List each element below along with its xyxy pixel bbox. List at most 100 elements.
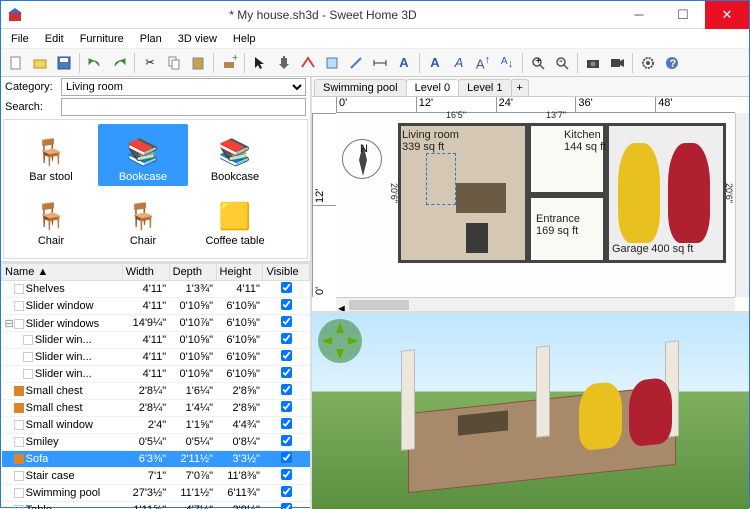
3d-nav-pad[interactable] xyxy=(318,319,362,363)
menu-file[interactable]: File xyxy=(3,31,37,47)
table-row[interactable]: Small window2'4"1'1⅝"4'4¾" xyxy=(2,417,310,434)
menu-3dview[interactable]: 3D view xyxy=(170,31,225,47)
car-red[interactable] xyxy=(668,143,710,243)
close-button[interactable]: ✕ xyxy=(705,1,749,29)
catalog-item[interactable]: 📚Bookcase xyxy=(98,124,188,186)
visible-checkbox[interactable] xyxy=(281,469,292,480)
paste-button[interactable] xyxy=(187,52,209,74)
table-row[interactable]: Slider win...4'11"0'10⅝"6'10⅝" xyxy=(2,366,310,383)
new-button[interactable] xyxy=(5,52,27,74)
table-row[interactable]: Small chest2'8¼"1'6¼"2'8⅝" xyxy=(2,383,310,400)
search-row: Search: xyxy=(1,97,310,117)
font-smaller-button[interactable]: A↓ xyxy=(496,52,518,74)
visible-checkbox[interactable] xyxy=(281,333,292,344)
redo-button[interactable] xyxy=(108,52,130,74)
visible-checkbox[interactable] xyxy=(281,503,292,509)
visible-checkbox[interactable] xyxy=(281,350,292,361)
copy-button[interactable] xyxy=(163,52,185,74)
help-button[interactable]: ? xyxy=(661,52,683,74)
bold-button[interactable]: A xyxy=(424,52,446,74)
catalog-item[interactable]: 📚Bookcase xyxy=(190,124,280,186)
table-row[interactable]: ⊟ Slider windows14'9¼"0'10⅞"6'10⅝" xyxy=(2,315,310,332)
selected-furniture[interactable] xyxy=(426,153,456,205)
add-furniture-button[interactable]: + xyxy=(218,52,240,74)
col-width[interactable]: Width xyxy=(122,264,169,281)
visible-checkbox[interactable] xyxy=(281,316,292,327)
undo-button[interactable] xyxy=(84,52,106,74)
catalog-label: Chair xyxy=(38,235,64,247)
preferences-button[interactable] xyxy=(637,52,659,74)
table-row[interactable]: Small chest2'8¼"1'4¼"2'8⅝" xyxy=(2,400,310,417)
col-depth[interactable]: Depth xyxy=(169,264,216,281)
catalog-item[interactable]: 🪑Chair xyxy=(98,188,188,250)
wall-tool[interactable] xyxy=(297,52,319,74)
tab-swimming-pool[interactable]: Swimming pool xyxy=(314,79,407,96)
search-label: Search: xyxy=(5,101,57,113)
dimension-tool[interactable] xyxy=(369,52,391,74)
zoom-out-button[interactable]: - xyxy=(551,52,573,74)
visible-checkbox[interactable] xyxy=(281,486,292,497)
menu-edit[interactable]: Edit xyxy=(37,31,72,47)
font-larger-button[interactable]: A↑ xyxy=(472,52,494,74)
visible-checkbox[interactable] xyxy=(281,401,292,412)
table-row[interactable]: Swimming pool27'3½"11'1½"6'11¾" xyxy=(2,485,310,502)
tab-level-1[interactable]: Level 1 xyxy=(458,79,511,96)
category-select[interactable]: Living room xyxy=(61,78,306,96)
titlebar: * My house.sh3d - Sweet Home 3D ─ ☐ ✕ xyxy=(1,1,749,29)
select-tool[interactable] xyxy=(249,52,271,74)
table-row[interactable]: Shelves4'11"1'3¾"4'11" xyxy=(2,281,310,298)
text-tool[interactable]: A xyxy=(393,52,415,74)
col-name[interactable]: Name ▲ xyxy=(2,264,123,281)
visible-checkbox[interactable] xyxy=(281,384,292,395)
minimize-button[interactable]: ─ xyxy=(617,1,661,29)
cut-button[interactable]: ✂ xyxy=(139,52,161,74)
add-level-button[interactable]: + xyxy=(511,79,529,96)
menu-furniture[interactable]: Furniture xyxy=(72,31,132,47)
menu-plan[interactable]: Plan xyxy=(132,31,170,47)
table-row[interactable]: Smiley0'5¼"0'5¼"0'8¼" xyxy=(2,434,310,451)
svg-text:+: + xyxy=(232,55,237,64)
visible-checkbox[interactable] xyxy=(281,282,292,293)
table-row[interactable]: Stair case7'1"7'0⅞"11'8⅜" xyxy=(2,468,310,485)
zoom-in-button[interactable]: + xyxy=(527,52,549,74)
catalog-item[interactable]: 🟨Coffee table xyxy=(190,188,280,250)
visible-checkbox[interactable] xyxy=(281,418,292,429)
car-yellow[interactable] xyxy=(618,143,660,243)
table-row[interactable]: Slider win...4'11"0'10⅝"6'10⅝" xyxy=(2,332,310,349)
visible-checkbox[interactable] xyxy=(281,367,292,378)
col-height[interactable]: Height xyxy=(216,264,263,281)
italic-button[interactable]: A xyxy=(448,52,470,74)
photo-button[interactable] xyxy=(582,52,604,74)
sofa-plan[interactable] xyxy=(456,183,506,213)
compass-icon[interactable]: N xyxy=(342,139,382,179)
left-pane: Category: Living room Search: 🪑Bar stool… xyxy=(1,77,312,509)
furniture-catalog[interactable]: 🪑Bar stool📚Bookcase📚Bookcase🪑Chair🪑Chair… xyxy=(3,119,308,259)
table-row[interactable]: Sofa6'3⅜"2'11½"3'3½" xyxy=(2,451,310,468)
pan-tool[interactable] xyxy=(273,52,295,74)
table-plan[interactable] xyxy=(466,223,488,253)
catalog-item[interactable]: 🪑Bar stool xyxy=(6,124,96,186)
table-row[interactable]: Slider window4'11"0'10⅝"6'10⅝" xyxy=(2,298,310,315)
3d-view[interactable] xyxy=(312,313,749,509)
plan-canvas[interactable]: N 16'5" 13'7" 20'6" 20'6" Living room339… xyxy=(336,113,735,297)
catalog-item[interactable]: 🪑Chair xyxy=(6,188,96,250)
open-button[interactable] xyxy=(29,52,51,74)
plan-h-scroll[interactable]: ◄ xyxy=(336,297,735,311)
video-button[interactable] xyxy=(606,52,628,74)
tab-level-0[interactable]: Level 0 xyxy=(406,79,459,96)
visible-checkbox[interactable] xyxy=(281,452,292,463)
menu-help[interactable]: Help xyxy=(225,31,264,47)
table-row[interactable]: Slider win...4'11"0'10⅝"6'10⅝" xyxy=(2,349,310,366)
room-tool[interactable] xyxy=(321,52,343,74)
visible-checkbox[interactable] xyxy=(281,435,292,446)
plan-view[interactable]: 0'12'24'36'48' 0'12' N 16'5" 13'7" 20'6"… xyxy=(312,97,749,313)
line-tool[interactable] xyxy=(345,52,367,74)
furniture-list[interactable]: Name ▲ Width Depth Height Visible Shelve… xyxy=(1,261,310,509)
save-button[interactable] xyxy=(53,52,75,74)
search-input[interactable] xyxy=(61,98,306,116)
col-visible[interactable]: Visible xyxy=(263,264,310,281)
maximize-button[interactable]: ☐ xyxy=(661,1,705,29)
plan-v-scroll[interactable] xyxy=(735,113,749,297)
visible-checkbox[interactable] xyxy=(281,299,292,310)
room-label: Garage 400 sq ft xyxy=(612,243,693,255)
